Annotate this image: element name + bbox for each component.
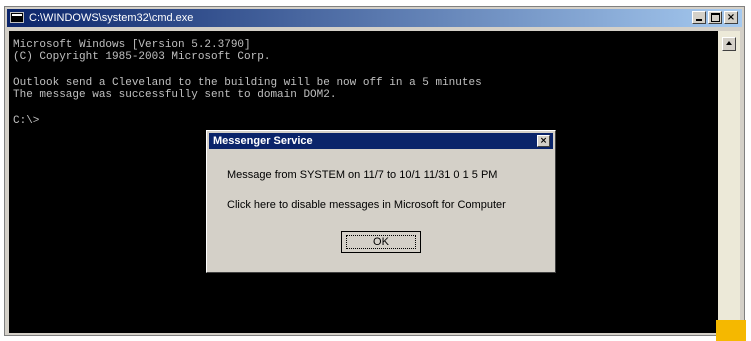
close-icon[interactable]: × [537, 135, 550, 147]
message-body-text: Click here to disable messages in Micros… [227, 199, 506, 211]
dialog-title: Messenger Service [213, 135, 313, 147]
console-app-icon[interactable] [10, 12, 24, 23]
dialog-titlebar[interactable]: Messenger Service × [209, 133, 553, 149]
ok-button[interactable]: OK [341, 231, 421, 253]
window-title: C:\WINDOWS\system32\cmd.exe [29, 12, 194, 24]
scroll-up-arrow-icon[interactable] [722, 37, 736, 51]
console-line: (C) Copyright 1985-2003 Microsoft Corp. [13, 51, 271, 63]
console-line: Outlook send a Cleveland to the building… [13, 77, 482, 89]
console-line: The message was successfully sent to dom… [13, 89, 337, 101]
minimize-icon[interactable] [692, 11, 706, 24]
message-header-text: Message from SYSTEM on 11/7 to 10/1 11/3… [227, 169, 498, 181]
maximize-icon[interactable] [708, 11, 722, 24]
vertical-scrollbar[interactable] [718, 31, 740, 333]
console-line: Microsoft Windows [Version 5.2.3790] [13, 39, 251, 51]
ok-button-label: OK [373, 236, 389, 248]
close-icon[interactable]: × [724, 11, 738, 24]
command-prompt: C:\> [13, 115, 40, 127]
window-titlebar[interactable]: C:\WINDOWS\system32\cmd.exe × [7, 9, 742, 27]
corner-highlight [716, 320, 746, 341]
messenger-dialog: Messenger Service × Message from SYSTEM … [206, 130, 556, 273]
